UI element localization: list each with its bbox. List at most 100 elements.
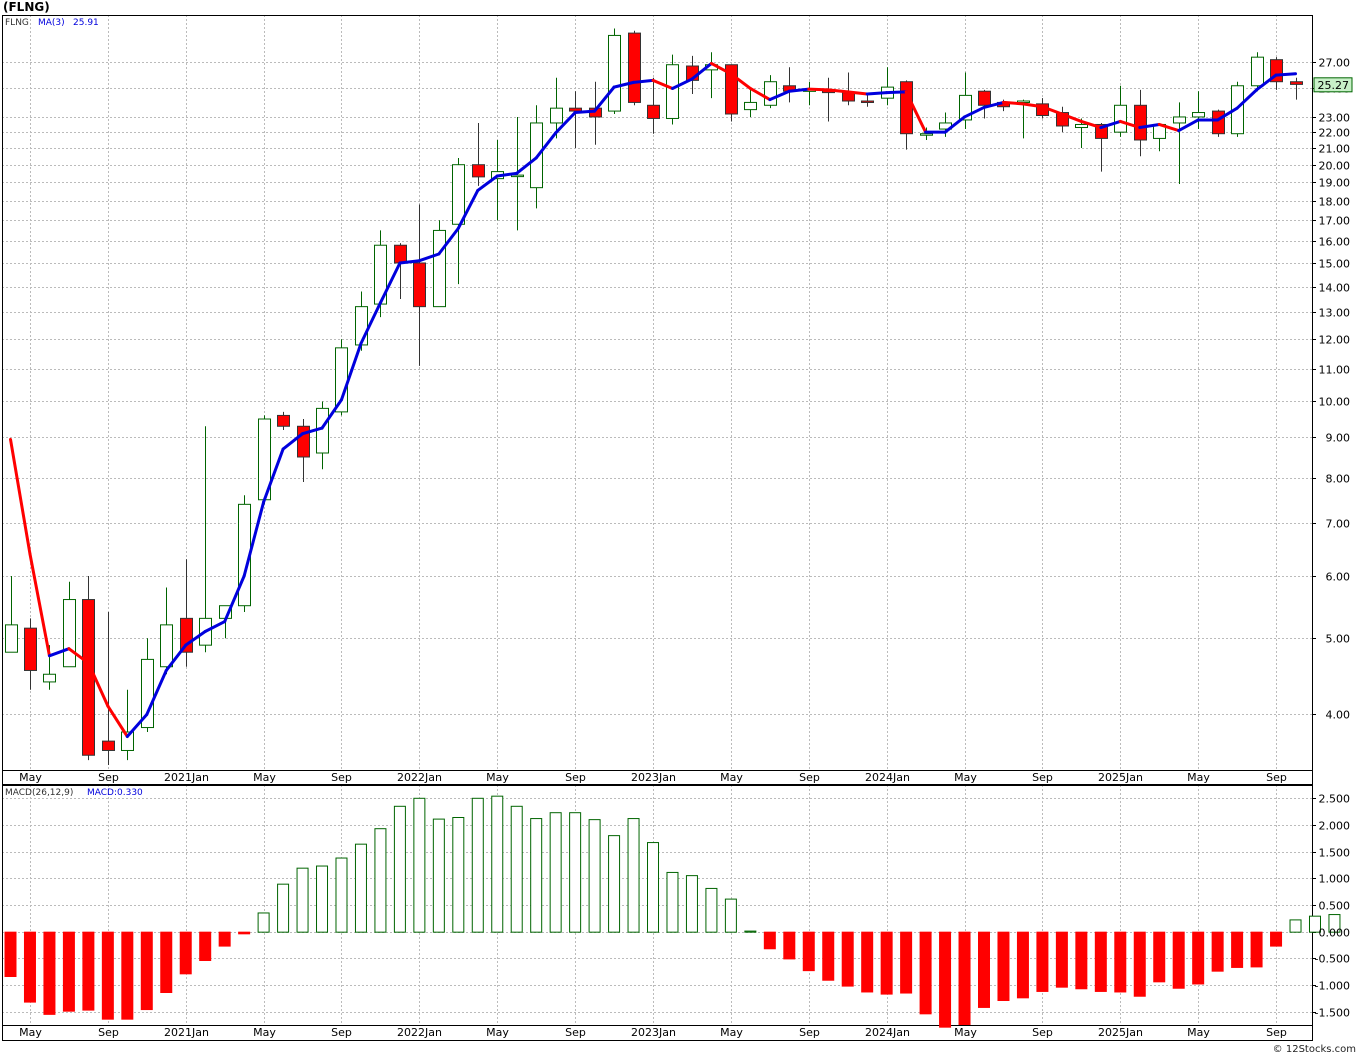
macd-bar — [588, 819, 601, 933]
macd-bar — [335, 857, 348, 933]
candle-body — [1114, 104, 1127, 133]
macd-bar — [958, 931, 971, 1025]
candle-body — [1075, 123, 1088, 129]
time-axis-label: Sep — [331, 1026, 352, 1039]
candle-body — [413, 262, 426, 308]
price-tick-label: 9.00 — [1326, 432, 1351, 445]
macd-tick-label: 2.000 — [1319, 820, 1351, 833]
macd-bar — [685, 875, 698, 933]
macd-bar — [880, 931, 893, 995]
time-axis-label: 2025Jan — [1098, 771, 1143, 784]
candle-body — [180, 617, 193, 653]
macd-bar — [802, 931, 815, 972]
time-axis-label: May — [253, 771, 276, 784]
macd-bar — [62, 931, 75, 1012]
time-axis-label: Sep — [98, 1026, 119, 1039]
macd-bar — [549, 812, 562, 933]
time-axis-label: Sep — [1032, 1026, 1053, 1039]
ma-line-segment — [106, 704, 129, 739]
ma-line-segment — [885, 90, 908, 95]
macd-tick-label: -0.500 — [1315, 953, 1350, 966]
time-axis-label: 2024Jan — [865, 771, 910, 784]
candle-body — [102, 740, 115, 751]
macd-bar — [978, 931, 990, 1008]
macd-bar — [1192, 931, 1205, 985]
macd-bar — [724, 898, 737, 933]
candle-body — [744, 101, 757, 111]
time-axis-label: May — [19, 771, 42, 784]
legend: FLNG MA(3) 25.91 MACD(26,12,9) MACD:0.330 — [5, 18, 143, 798]
ma-line-segment — [787, 87, 811, 93]
macd-bar — [997, 931, 1010, 1001]
macd-bar — [43, 931, 56, 1015]
candle-body — [569, 107, 582, 112]
macd-bar — [354, 843, 367, 933]
macd-bar — [1172, 931, 1185, 989]
price-tick-label: 20.00 — [1319, 160, 1351, 173]
macd-bar — [900, 931, 913, 994]
macd-bar — [491, 795, 504, 933]
candle-body — [1251, 56, 1264, 87]
price-tick-label: 21.00 — [1319, 143, 1351, 156]
macd-bars — [4, 795, 1341, 1028]
candle-body — [550, 107, 563, 124]
macd-bar — [393, 805, 406, 933]
ma-line-segment — [865, 91, 889, 96]
price-tick-label: 10.00 — [1319, 396, 1351, 409]
price-panel-label: FLNG — [5, 18, 29, 28]
macd-tick-label: 0.500 — [1319, 900, 1351, 913]
ma-line-segment — [1274, 72, 1298, 77]
price-tick-label: 18.00 — [1319, 196, 1351, 209]
time-axis-label: May — [1187, 1026, 1210, 1039]
candle-body — [511, 174, 524, 178]
macd-bar — [432, 818, 445, 933]
macd-bar — [218, 931, 231, 947]
time-axis-label: May — [720, 771, 743, 784]
macd-bar — [160, 931, 173, 993]
candle-body — [472, 164, 485, 178]
time-axis-label: 2024Jan — [865, 1026, 910, 1039]
macd-bar — [179, 931, 192, 975]
macd-tick-label: -1.500 — [1315, 1007, 1350, 1020]
time-axis-label: May — [19, 1026, 42, 1039]
price-tick-label: 8.00 — [1326, 473, 1351, 486]
macd-bar — [1153, 931, 1166, 983]
macd-bar — [238, 931, 251, 935]
macd-bar — [1036, 931, 1049, 992]
candle-body — [452, 164, 465, 225]
time-axis-label: 2021Jan — [164, 771, 209, 784]
macd-bar — [1016, 931, 1029, 999]
candle-body — [277, 414, 290, 427]
time-axis-label: Sep — [1032, 771, 1053, 784]
macd-bar — [666, 871, 679, 933]
candle-body — [63, 599, 76, 668]
macd-bar — [627, 818, 640, 933]
candle-body — [666, 64, 679, 119]
time-axis-label: 2022Jan — [397, 1026, 442, 1039]
time-axis-label: 2025Jan — [1098, 1026, 1143, 1039]
time-axis-label: Sep — [565, 771, 586, 784]
candle-body — [24, 627, 37, 671]
time-axis-label: Sep — [799, 771, 820, 784]
candle-body — [5, 624, 18, 653]
candle-body — [1192, 112, 1205, 118]
macd-bar — [608, 835, 621, 933]
candle-body — [861, 100, 874, 104]
macd-bar — [744, 930, 757, 933]
candle-body — [160, 624, 173, 668]
time-axis-label: 2022Jan — [397, 771, 442, 784]
ma-line-segment — [1001, 100, 1025, 106]
candle-body — [764, 81, 777, 106]
macd-bar — [23, 931, 36, 1003]
price-tick-label: 27.00 — [1319, 57, 1351, 70]
macd-bar — [1250, 931, 1263, 968]
macd-tick-label: 1.000 — [1319, 873, 1351, 886]
macd-bar — [861, 931, 874, 993]
ma-line-segment — [9, 437, 32, 556]
macd-bar — [1133, 931, 1146, 997]
price-tick-label: 6.00 — [1326, 571, 1351, 584]
time-axis-label: Sep — [799, 1026, 820, 1039]
macd-bar — [257, 912, 270, 933]
candle-body — [1173, 116, 1186, 124]
macd-bar — [822, 931, 835, 981]
